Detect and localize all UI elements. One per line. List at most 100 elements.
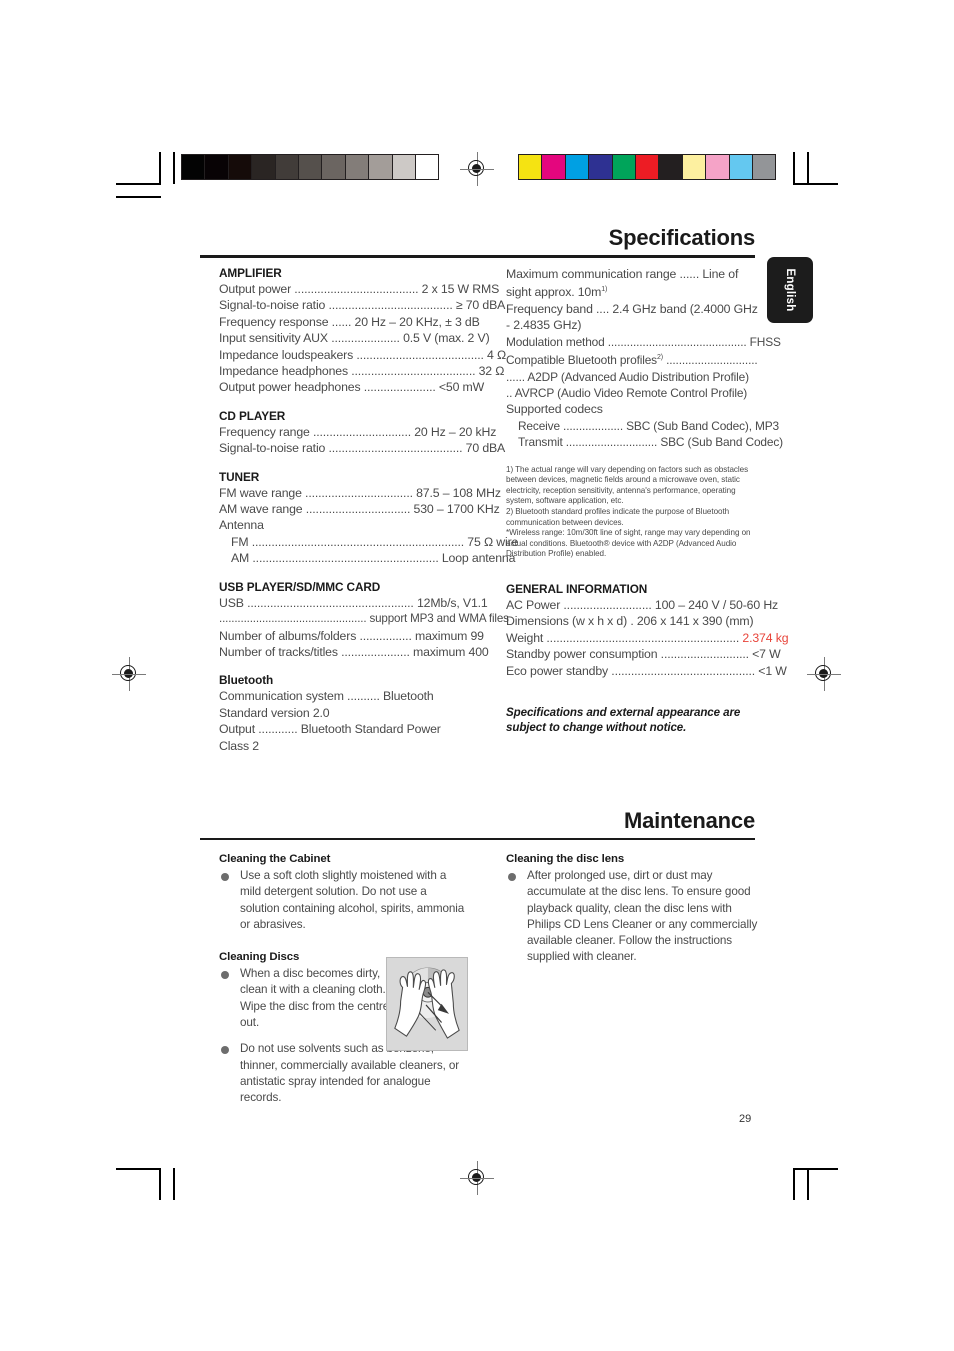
language-tab-label: English (784, 268, 796, 312)
list-item-text: When a disc becomes dirty, clean it with… (240, 967, 390, 1030)
calibration-swatch (251, 155, 275, 179)
calibration-swatch (681, 155, 706, 179)
spec-line: Frequency range ........................… (219, 424, 497, 439)
calibration-swatch (414, 155, 439, 179)
weight-value: 2.374 kg (742, 630, 789, 645)
language-tab-english[interactable]: English (767, 257, 813, 323)
calibration-swatch (634, 155, 659, 179)
disc-cleaning-illustration (386, 957, 468, 1051)
spec-line: Modulation method ......................… (506, 334, 781, 349)
spec-line: AM .....................................… (231, 551, 516, 566)
crop-mark-top-left-h (116, 183, 161, 185)
spec-line: Supported codecs (506, 402, 603, 417)
maintenance-heading-cleaning-disc-lens: Cleaning the disc lens (506, 853, 625, 865)
spec-heading-amplifier: AMPLIFIER (219, 266, 282, 280)
spec-line: .. AVRCP (Audio Video Remote Control Pro… (506, 385, 748, 400)
spec-line: Standby power consumption ..............… (506, 647, 781, 662)
spec-heading-cd-player: CD PLAYER (219, 408, 286, 423)
bullet-icon (508, 872, 516, 881)
spec-line: FM .....................................… (231, 534, 519, 549)
spec-line: Number of albums/folders ...............… (219, 628, 484, 643)
calibration-swatch (751, 155, 776, 179)
spec-line: Antenna (219, 518, 264, 533)
maintenance-heading-cleaning-cabinet: Cleaning the Cabinet (219, 853, 331, 865)
crop-mark-top-left-v2 (173, 152, 175, 184)
spec-line: Frequency band .... 2.4 GHz band (2.4000… (506, 301, 758, 333)
calibration-swatch (564, 155, 589, 179)
weight-label: Weight .................................… (506, 630, 743, 645)
spec-line: ...... A2DP (Advanced Audio Distribution… (506, 369, 749, 384)
calibration-swatch (344, 155, 369, 179)
manual-page: Specifications English AMPLIFIER Output … (0, 0, 954, 1351)
calibration-swatch (519, 155, 542, 179)
bullet-icon (221, 1045, 229, 1054)
list-item-text: Use a soft cloth slightly moistened with… (240, 869, 465, 931)
footnote-1: 1) The actual range will vary depending … (506, 464, 749, 506)
crop-mark-bottom-left-v (159, 1168, 161, 1200)
spec-line: Communication system .......... Bluetoot… (219, 689, 434, 720)
bullet-icon (221, 872, 229, 881)
calibration-swatch (297, 155, 322, 179)
spec-line: Impedance headphones ...................… (219, 364, 505, 379)
spec-text: Maximum communication range ...... Line … (506, 267, 739, 300)
crop-mark-top-right-v (793, 152, 795, 184)
spec-heading-general-information: GENERAL INFORMATION (506, 581, 648, 596)
spec-line: Receive ................... SBC (Sub Ban… (518, 418, 780, 433)
footnote-2: 2) Bluetooth standard profiles indicate … (506, 506, 730, 527)
specifications-left-column: AMPLIFIER Output power .................… (219, 266, 519, 754)
calibration-swatch (391, 155, 415, 179)
calibration-swatch (321, 155, 345, 179)
footnote-ref-2: 2) (656, 354, 663, 362)
registration-mark-left (112, 657, 146, 691)
spec-line: Signal-to-noise ratio ..................… (219, 441, 506, 456)
maintenance-right-column: Cleaning the disc lens After prolonged u… (506, 853, 758, 976)
calibration-swatch (182, 155, 205, 179)
calibration-swatch (705, 155, 729, 179)
maintenance-title: Maintenance (623, 808, 755, 833)
calibration-swatch (204, 155, 228, 179)
spec-line: FM wave range ..........................… (219, 485, 501, 500)
spec-line-weight: Weight .................................… (506, 630, 789, 646)
spec-line: Frequency response ...... 20 Hz – 20 KHz… (219, 314, 480, 329)
spec-line: Output ............ Bluetooth Standard P… (219, 722, 441, 753)
spec-line: Eco power standby ......................… (506, 663, 787, 678)
calibration-swatch (274, 155, 298, 179)
spec-line: Input sensitivity AUX ..................… (219, 331, 490, 346)
calibration-swatch (368, 155, 392, 179)
specifications-title: Specifications (608, 225, 756, 250)
crop-mark-top-left-v (159, 152, 161, 184)
calibration-swatch (541, 155, 565, 179)
maintenance-rule (200, 838, 755, 840)
spec-line: Output power headphones ................… (219, 380, 485, 395)
spec-line: Transmit ............................. S… (518, 435, 783, 450)
list-item: After prolonged use, dirt or dust may ac… (506, 868, 758, 966)
spec-line: Impedance loudspeakers .................… (219, 347, 507, 362)
calibration-swatch (611, 155, 635, 179)
calibration-swatch (227, 155, 252, 179)
crop-mark-bottom-right-h (793, 1168, 838, 1170)
spec-line: Signal-to-noise ratio ..................… (219, 298, 506, 313)
calibration-swatch (588, 155, 612, 179)
color-calibration-bar (518, 154, 777, 180)
crop-mark-top-right-v2 (807, 152, 809, 184)
specifications-right-column: Maximum communication range ...... Line … (506, 266, 789, 736)
list-item-text: After prolonged use, dirt or dust may ac… (527, 869, 758, 964)
bullet-icon (221, 970, 229, 979)
list-item: When a disc becomes dirty, clean it with… (219, 966, 408, 1031)
registration-mark-top (460, 152, 494, 186)
crop-mark-bottom-left-v2 (173, 1168, 175, 1200)
spec-line: AM wave range ..........................… (219, 502, 500, 517)
spec-line: Compatible Bluetooth profiles2) ........… (506, 353, 758, 368)
registration-mark-bottom (460, 1161, 494, 1195)
spec-heading-bluetooth: Bluetooth (219, 673, 274, 688)
crop-mark-bottom-right-v (793, 1168, 795, 1200)
spec-heading-tuner: TUNER (219, 469, 260, 484)
grayscale-calibration-bar (181, 154, 440, 180)
registration-mark-right (807, 657, 841, 691)
spec-line: ........................................… (219, 612, 509, 626)
list-item: Use a soft cloth slightly moistened with… (219, 868, 469, 933)
spec-line: Output power ...........................… (219, 282, 500, 296)
footnote-ref-1: 1) (601, 286, 608, 294)
spec-line: AC Power ........................... 100… (506, 597, 779, 612)
crop-mark-bottom-right-v2 (807, 1168, 809, 1200)
